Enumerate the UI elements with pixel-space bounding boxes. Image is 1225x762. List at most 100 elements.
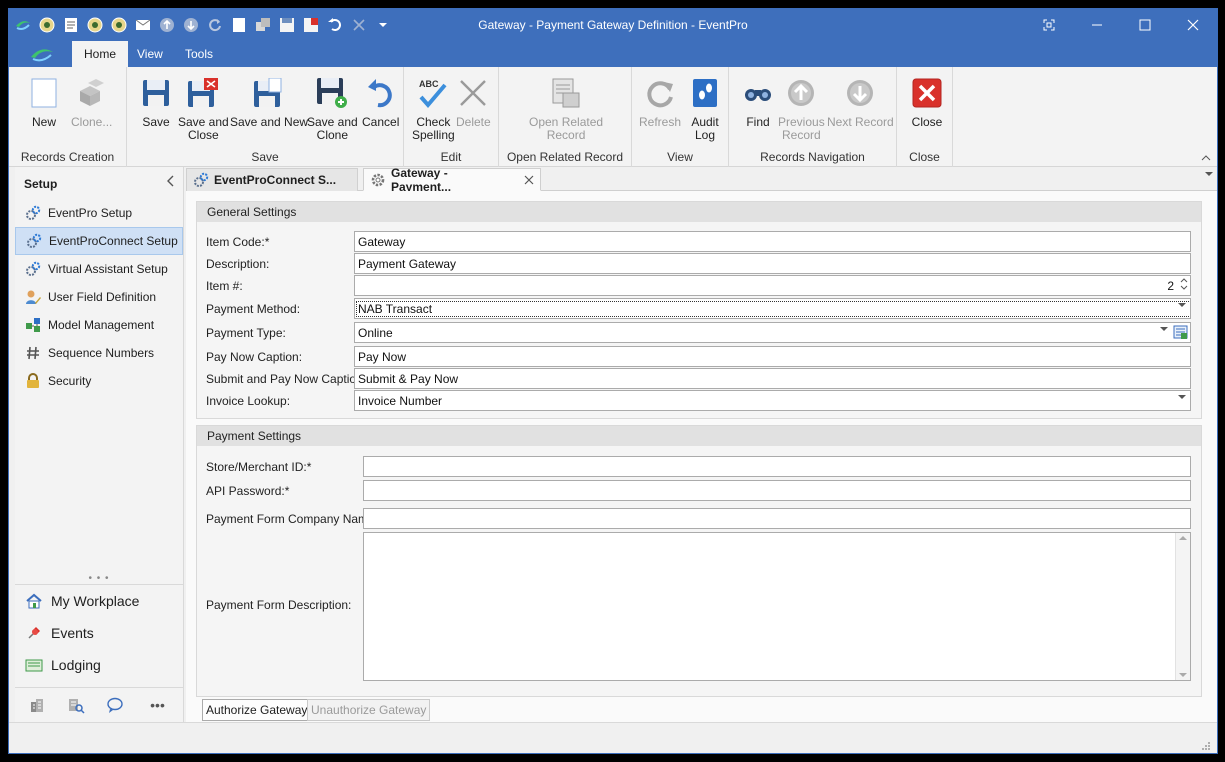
refresh-icon (643, 75, 677, 111)
vertical-scrollbar[interactable] (1175, 533, 1190, 680)
item-code-input[interactable]: Gateway (354, 231, 1191, 252)
payment-method-label: Payment Method: (206, 302, 301, 316)
business-search-icon[interactable] (67, 696, 93, 714)
edit-list-icon[interactable] (1173, 325, 1188, 340)
undo-icon[interactable] (325, 15, 345, 35)
nav-my-workplace[interactable]: My Workplace (15, 585, 183, 617)
quick-access-toolbar (13, 15, 393, 35)
cancel-button[interactable]: Cancel (362, 75, 399, 129)
minimize-icon[interactable] (1073, 9, 1121, 41)
open-related-record-button[interactable]: Open Related Record (529, 75, 603, 142)
payment-method-select[interactable]: NAB Transact (354, 298, 1191, 319)
save-clone-icon[interactable] (253, 15, 273, 35)
tab-tools[interactable]: Tools (173, 41, 225, 67)
spin-buttons-icon[interactable] (1180, 276, 1188, 292)
refresh-button[interactable]: Refresh (639, 75, 681, 129)
close-window-icon[interactable] (1169, 9, 1217, 41)
tab-view[interactable]: View (125, 41, 175, 67)
save-new-icon[interactable] (229, 15, 249, 35)
svg-text:ABC: ABC (419, 79, 439, 89)
collapse-sidebar-icon[interactable] (167, 175, 175, 187)
splitter-grip[interactable]: • • • (15, 573, 183, 584)
save-close-icon[interactable] (301, 15, 321, 35)
group-view: Refresh Audit Log View (632, 67, 729, 167)
sidebar-title: Setup (24, 177, 58, 191)
redo-icon[interactable] (205, 15, 225, 35)
scroll-up-icon[interactable] (1179, 535, 1187, 541)
building-icon[interactable] (28, 696, 54, 714)
unauthorize-gateway-button[interactable]: Unauthorize Gateway (307, 699, 431, 721)
back-icon[interactable] (37, 15, 57, 35)
general-settings-section: General Settings Item Code:* Gateway Des… (196, 201, 1202, 419)
nav-events[interactable]: Events (15, 617, 183, 649)
chevron-down-icon[interactable] (1160, 326, 1168, 332)
app-logo-icon[interactable] (13, 15, 33, 35)
previous-record-button[interactable]: Previous Record (778, 75, 825, 142)
item-number-row: Item #: 2 (197, 275, 1201, 296)
save-and-new-button[interactable]: Save and New (230, 75, 308, 129)
clone-button[interactable]: Clone... (71, 75, 112, 129)
audit-log-button[interactable]: Audit Log (688, 75, 722, 142)
nav-label: My Workplace (51, 593, 140, 609)
next-record-button[interactable]: Next Record (827, 75, 894, 129)
nav-lodging[interactable]: Lodging (15, 649, 183, 681)
close-tab-icon[interactable] (524, 175, 534, 185)
forward-icon[interactable] (85, 15, 105, 35)
doc-tab-gateway[interactable]: Gateway - Payment... (363, 165, 541, 194)
sidebar-item-virtual-assistant-setup[interactable]: Virtual Assistant Setup (15, 255, 183, 283)
tab-list-dropdown-icon[interactable] (1205, 171, 1213, 177)
document-icon[interactable] (61, 15, 81, 35)
find-button[interactable]: Find (741, 75, 775, 129)
payment-type-row: Payment Type: Online (197, 322, 1201, 343)
check-spelling-button[interactable]: ABC Check Spelling (412, 75, 455, 142)
delete-button[interactable]: Delete (456, 75, 491, 129)
invoice-lookup-select[interactable]: Invoice Number (354, 390, 1191, 411)
payment-type-label: Payment Type: (206, 326, 286, 340)
description-input[interactable]: Payment Gateway (354, 253, 1191, 274)
chat-bubble-icon[interactable] (106, 696, 132, 714)
back-alt-icon[interactable] (109, 15, 129, 35)
pay-now-caption-input[interactable]: Pay Now (354, 346, 1191, 367)
down-icon[interactable] (181, 15, 201, 35)
up-icon[interactable] (157, 15, 177, 35)
submit-pay-now-caption-input[interactable]: Submit & Pay Now (354, 368, 1191, 389)
collapse-ribbon-icon[interactable] (1201, 154, 1211, 162)
invoice-lookup-label: Invoice Lookup: (206, 394, 291, 408)
item-number-spinner[interactable]: 2 (354, 275, 1191, 296)
mail-icon[interactable] (133, 15, 153, 35)
restore-layout-icon[interactable] (1025, 9, 1073, 41)
maximize-icon[interactable] (1121, 9, 1169, 41)
item-number-label: Item #: (206, 279, 243, 293)
customize-toolbar-icon[interactable] (373, 15, 393, 35)
scroll-down-icon[interactable] (1179, 672, 1187, 678)
sidebar-item-eventpro-setup[interactable]: EventPro Setup (15, 199, 183, 227)
new-button[interactable]: New (27, 75, 61, 129)
tab-home[interactable]: Home (72, 41, 129, 67)
doc-tab-label: EventProConnect S... (214, 173, 337, 187)
chevron-down-icon[interactable] (1178, 302, 1186, 308)
application-menu-icon[interactable] (27, 45, 57, 63)
chevron-down-icon[interactable] (1178, 394, 1186, 400)
resize-grip-icon[interactable] (1201, 741, 1211, 751)
merchant-id-input[interactable] (363, 456, 1191, 477)
form-description-textarea[interactable] (363, 532, 1191, 681)
delete-icon[interactable] (349, 15, 369, 35)
save-and-close-button[interactable]: Save and Close (178, 75, 229, 142)
sidebar-item-security[interactable]: Security (15, 367, 183, 395)
sidebar-item-sequence-numbers[interactable]: Sequence Numbers (15, 339, 183, 367)
authorize-gateway-button[interactable]: Authorize Gateway (202, 699, 312, 721)
more-options-icon[interactable]: ••• (145, 697, 171, 713)
api-password-input[interactable] (363, 480, 1191, 501)
company-name-input[interactable] (363, 508, 1191, 529)
sidebar-item-eventproconnect-setup[interactable]: EventProConnect Setup (15, 227, 183, 255)
close-record-button[interactable]: Close (910, 75, 944, 129)
doc-tab-label: Gateway - Payment... (391, 165, 452, 194)
sidebar-item-model-management[interactable]: Model Management (15, 311, 183, 339)
sidebar-item-user-field-definition[interactable]: User Field Definition (15, 283, 183, 311)
save-button[interactable]: Save (139, 75, 173, 129)
save-icon[interactable] (277, 15, 297, 35)
payment-type-select[interactable]: Online (354, 322, 1191, 343)
group-label-records-navigation: Records Navigation (760, 150, 865, 164)
save-and-clone-button[interactable]: Save and Clone (307, 75, 358, 142)
doc-tab-eventproconnect-setup[interactable]: EventProConnect S... (186, 168, 358, 191)
